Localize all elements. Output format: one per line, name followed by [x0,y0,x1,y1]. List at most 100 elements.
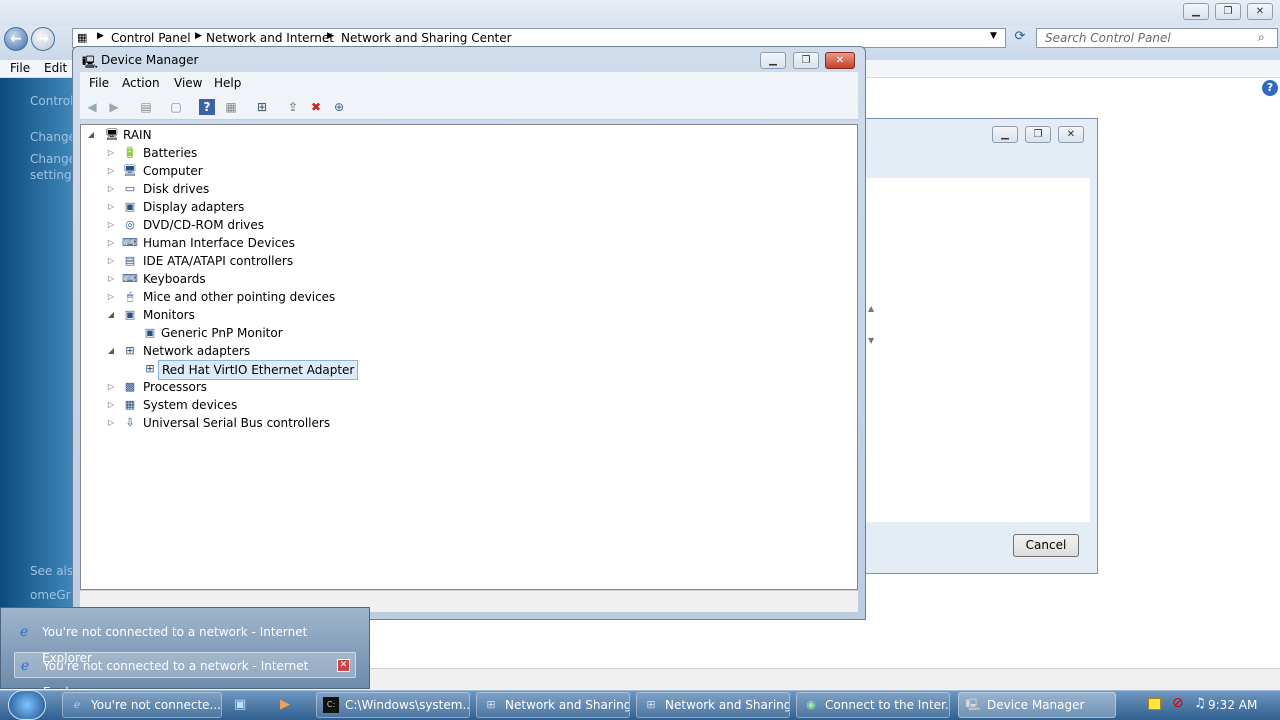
mouse-icon: 🖱 [126,290,134,303]
forward-icon[interactable]: ▶ [106,99,122,115]
breadcrumb-sharing-center[interactable]: Network and Sharing Center [341,31,512,45]
disk-icon: ▭ [124,182,136,195]
tree-item-label: Monitors [143,308,195,322]
expand-icon[interactable]: ▷ [106,252,116,270]
scroll-up-icon[interactable]: ▲ [868,304,874,313]
cp-link-change-2[interactable]: Change [30,152,76,166]
tree-item-label: Display adapters [143,200,245,214]
expand-icon[interactable]: ▷ [106,216,116,234]
breadcrumb-control-panel[interactable]: Control Panel [111,31,191,45]
cp-maximize-button[interactable]: ❐ [1215,3,1241,20]
cp-link-control[interactable]: Control [30,94,73,108]
tree-item-label: Generic PnP Monitor [161,326,283,340]
cp-menu-edit[interactable]: Edit [44,61,67,75]
collapse-icon[interactable]: ◢ [106,342,116,360]
expand-icon[interactable]: ▷ [106,162,116,180]
monitor-icon: ▣ [144,326,156,339]
disable-device-icon[interactable]: ⊕ [331,99,347,115]
taskbar-cmd-button[interactable]: C: C:\Windows\system... [316,692,470,718]
dm-maximize-button[interactable]: ❐ [793,52,819,69]
back-icon[interactable]: ◀ [84,99,100,115]
cp-menu-file[interactable]: File [10,61,30,75]
properties-icon[interactable]: ▢ [168,99,184,115]
expand-icon[interactable]: ▷ [106,396,116,414]
conn-maximize-button[interactable]: ❐ [1025,126,1051,143]
show-hide-tree-icon[interactable]: ▤ [138,99,154,115]
uninstall-icon[interactable]: ✖ [308,99,324,115]
taskbar-ie-button[interactable]: ℯ You're not connecte... [62,692,222,718]
cp-close-button[interactable]: ✕ [1247,3,1273,20]
help-toolbar-icon[interactable]: ? [199,99,215,115]
taskbar-button-label: Connect to the Inter... [825,698,950,712]
dm-menu-file[interactable]: File [89,76,109,90]
cp-minimize-button[interactable]: ▁ [1183,3,1209,20]
dm-minimize-button[interactable]: ▁ [760,52,786,69]
ie-icon: ℯ [73,698,81,711]
ie-icon: ℯ [21,658,30,674]
volume-icon[interactable]: ♫ [1194,696,1206,711]
taskbar-connect-button[interactable]: ◉ Connect to the Inter... [796,692,950,718]
back-arrow-icon: ← [10,31,22,47]
dm-menu-help[interactable]: Help [214,76,241,90]
taskbar-network-button-1[interactable]: ⊞ Network and Sharing... [476,692,630,718]
conn-minimize-button[interactable]: ▁ [992,126,1018,143]
breadcrumb-network-internet[interactable]: Network and Internet [206,31,334,45]
clock[interactable]: 9:32 AM [1208,698,1257,712]
back-button[interactable]: ← [4,27,28,51]
cp-link-settings[interactable]: settings [30,168,78,182]
monitor-icon: ▣ [124,308,136,321]
expand-icon[interactable]: ▷ [106,234,116,252]
conn-close-button[interactable]: ✕ [1058,126,1084,143]
dm-menu-action[interactable]: Action [122,76,160,90]
expand-icon[interactable]: ▷ [106,378,116,396]
tree-item-label: IDE ATA/ATAPI controllers [143,254,294,268]
taskbar-device-manager-button[interactable]: 🖳 Device Manager [958,692,1116,718]
media-player-icon[interactable]: ▶ [280,697,296,713]
dm-menu-view[interactable]: View [174,76,202,90]
dvd-icon: ◎ [125,218,135,231]
forward-arrow-icon: → [37,31,49,47]
popup-close-icon[interactable]: ✕ [337,659,350,672]
taskbar-network-button-2[interactable]: ⊞ Network and Sharing... [636,692,790,718]
keyboard-icon: ⌨ [122,272,138,285]
cancel-button[interactable]: Cancel [1013,534,1079,557]
search-placeholder: Search Control Panel [1045,31,1171,45]
action-pane-icon[interactable]: ▦ [223,99,239,115]
window-title: Device Manager [101,53,199,67]
update-driver-icon[interactable]: ⇪ [285,99,301,115]
expand-icon[interactable]: ▷ [106,414,116,432]
address-bar[interactable]: ▦ ▶ Control Panel ▶ Network and Internet… [72,28,1006,48]
cp-link-change-1[interactable]: Change [30,130,76,144]
device-manager-icon: 🖳 [82,55,99,69]
scroll-down-icon[interactable]: ▼ [868,336,874,345]
search-icon[interactable]: ⌕ [1258,30,1265,45]
expand-icon[interactable]: ▷ [106,144,116,162]
tree-item-label: Human Interface Devices [143,236,295,250]
popup-item[interactable]: ℯ You're not connected to a network - In… [14,619,356,665]
processor-icon: ▩ [124,380,136,393]
help-icon[interactable]: ? [1262,80,1278,96]
expand-icon[interactable]: ▷ [106,288,116,306]
address-dropdown-icon[interactable]: ▼ [990,31,997,41]
root-label: RAIN [123,128,152,142]
homegroup-link[interactable]: omeGr [30,588,71,602]
network-status-icon[interactable]: ⊘ [1172,695,1184,711]
expand-icon[interactable]: ▷ [106,270,116,288]
collapse-icon[interactable]: ◢ [106,306,116,324]
tree-item-label: Keyboards [143,272,206,286]
refresh-icon[interactable]: ⟳ [1010,29,1030,47]
action-center-icon[interactable] [1148,698,1161,710]
forward-button[interactable]: → [31,27,55,51]
network-icon: ⊞ [145,362,155,375]
search-input[interactable]: Search Control Panel [1036,28,1278,48]
collapse-icon[interactable]: ◢ [86,126,96,144]
tree-item-label: Network adapters [143,344,251,358]
start-button[interactable] [8,690,46,720]
explorer-icon[interactable]: ▣ [234,697,250,713]
connect-dialog-content [866,178,1090,522]
popup-item-selected[interactable]: ℯ You're not connected to a network - In… [14,652,356,699]
dm-close-button[interactable]: ✕ [825,52,855,69]
expand-icon[interactable]: ▷ [106,180,116,198]
expand-icon[interactable]: ▷ [106,198,116,216]
scan-hardware-icon[interactable]: ⊞ [254,99,270,115]
